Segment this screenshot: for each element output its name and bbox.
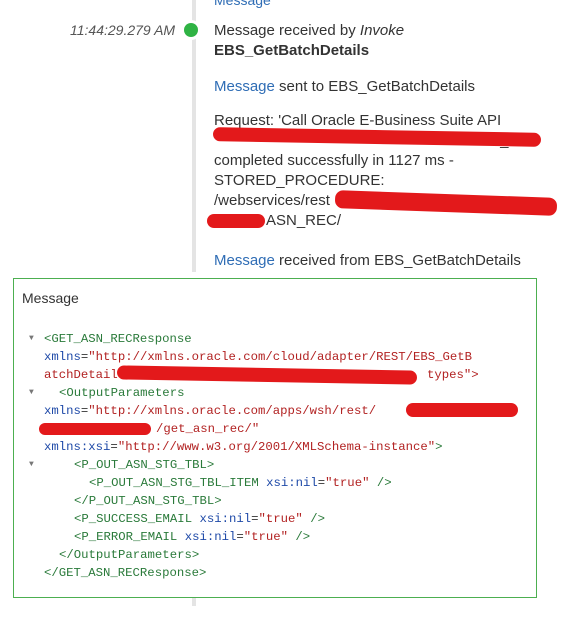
xml-line: </GET_ASN_RECResponse>	[14, 564, 534, 582]
xml-value: /get_asn_rec/"	[156, 422, 260, 436]
message-panel: Message ▼ <GET_ASN_RECResponse xmlns="ht…	[13, 278, 537, 598]
timeline-line	[192, 0, 196, 272]
received-message-link[interactable]: Message	[214, 252, 275, 269]
xml-line: <P_SUCCESS_EMAIL xsi:nil="true" />	[14, 510, 534, 528]
xml-tag: </GET_ASN_RECResponse>	[44, 566, 207, 580]
xml-attribute: xmlns="http://xmlns.oracle.com/cloud/ada…	[44, 350, 473, 364]
timeline-line-bottom	[192, 598, 196, 606]
event-title-prefix: Message received by	[214, 22, 356, 39]
event-title: Message received by Invoke EBS_GetBatchD…	[214, 21, 559, 61]
redaction-mark	[39, 423, 151, 435]
xml-line: xmlns:xsi="http://www.w3.org/2001/XMLSch…	[14, 438, 534, 456]
xml-line: <P_ERROR_EMAIL xsi:nil="true" />	[14, 528, 534, 546]
xml-attribute: xmlns="http://xmlns.oracle.com/apps/wsh/…	[44, 404, 377, 418]
request-line-3: completed successfully in 1127 ms -	[214, 152, 454, 169]
sent-message-link[interactable]: Message	[214, 78, 275, 95]
xml-value: atchDetail	[44, 368, 118, 382]
collapse-toggle-icon[interactable]: ▼	[29, 456, 34, 474]
xml-tag: <OutputParameters	[59, 386, 185, 400]
xml-tag: </P_OUT_ASN_STG_TBL>	[74, 494, 222, 508]
collapse-toggle-icon[interactable]: ▼	[29, 330, 34, 348]
collapse-toggle-icon[interactable]: ▼	[29, 384, 34, 402]
event-timestamp: 11:44:29.279 AM	[70, 22, 176, 38]
xml-attribute: xmlns:xsi="http://www.w3.org/2001/XMLSch…	[44, 440, 443, 454]
request-line-4: STORED_PROCEDURE:	[214, 172, 385, 189]
received-message-text: received from EBS_GetBatchDetails	[279, 252, 521, 269]
xml-element: <P_OUT_ASN_STG_TBL_ITEM xsi:nil="true" /…	[89, 476, 392, 490]
xml-line: ▼ <OutputParameters	[14, 384, 534, 402]
xml-value: types">	[427, 368, 479, 382]
xml-line: ▼ <GET_ASN_RECResponse	[14, 330, 534, 348]
xml-line: <P_OUT_ASN_STG_TBL_ITEM xsi:nil="true" /…	[14, 474, 534, 492]
xml-tag: <P_OUT_ASN_STG_TBL>	[74, 458, 215, 472]
redaction-mark	[207, 214, 265, 228]
redaction-mark	[406, 403, 518, 417]
top-message-link[interactable]: Message	[214, 0, 271, 8]
message-panel-title: Message	[22, 290, 79, 306]
event-title-invoke: Invoke	[359, 22, 405, 39]
xml-line: ▼ <P_OUT_ASN_STG_TBL>	[14, 456, 534, 474]
event-received: Message received from EBS_GetBatchDetail…	[214, 251, 559, 271]
event-endpoint-name: EBS_GetBatchDetails	[214, 42, 370, 59]
event-sent: Message sent to EBS_GetBatchDetails	[214, 77, 559, 97]
xml-tag: </OutputParameters>	[59, 548, 200, 562]
sent-message-text: sent to EBS_GetBatchDetails	[279, 78, 475, 95]
xml-line: </OutputParameters>	[14, 546, 534, 564]
xml-line: xmlns="http://xmlns.oracle.com/cloud/ada…	[14, 348, 534, 366]
xml-element: <P_SUCCESS_EMAIL xsi:nil="true" />	[74, 512, 325, 526]
xml-tag: <GET_ASN_RECResponse	[44, 332, 192, 346]
xml-line: </P_OUT_ASN_STG_TBL>	[14, 492, 534, 510]
status-success-dot	[184, 23, 198, 37]
xml-element: <P_ERROR_EMAIL xsi:nil="true" />	[74, 530, 311, 544]
